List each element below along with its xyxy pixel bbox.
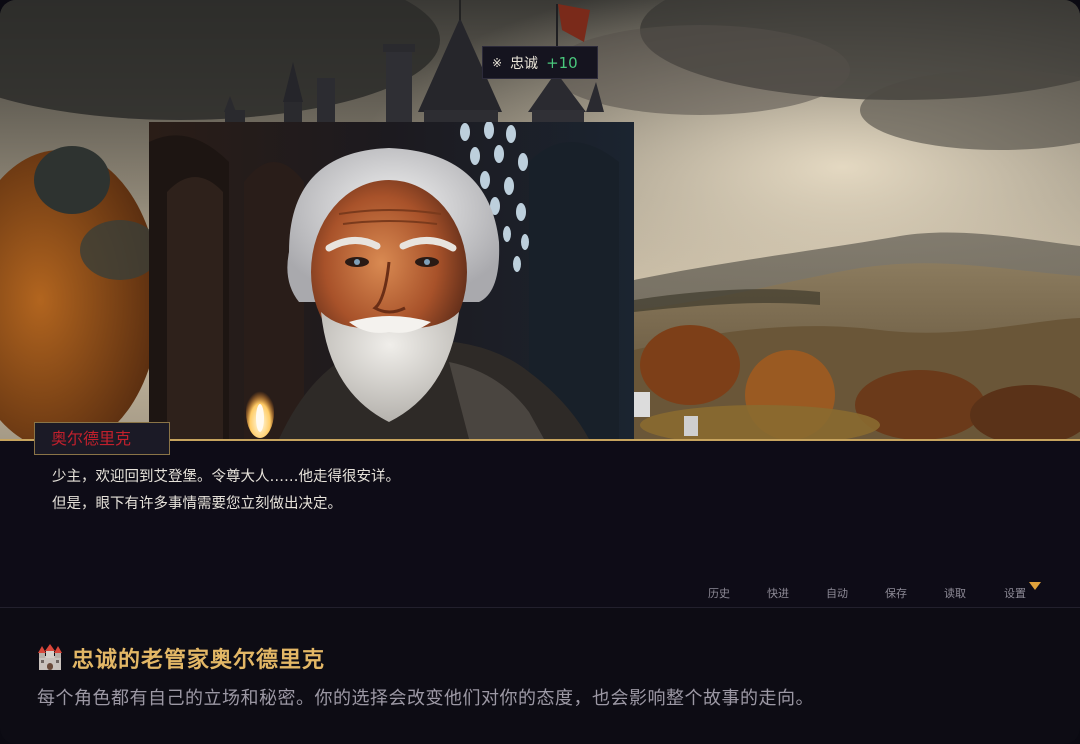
speaker-name-tag: 奥尔德里克 — [34, 422, 170, 455]
advance-arrow-icon[interactable] — [1029, 582, 1041, 590]
character-portrait — [149, 122, 634, 439]
toast-mark-icon: ※ — [492, 55, 503, 70]
settings-button[interactable]: 设置 — [1004, 586, 1026, 602]
caption-title: 忠诚的老管家奥尔德里克 — [36, 642, 325, 674]
toast-stat-name: 忠诚 — [510, 55, 539, 72]
background-scene: ※ 忠诚 +10 — [0, 0, 1080, 440]
load-button[interactable]: 读取 — [944, 586, 966, 602]
caption-title-text: 忠诚的老管家奥尔德里克 — [72, 648, 326, 673]
caption-panel — [0, 608, 1080, 744]
dialogue-line: 但是，眼下有许多事情需要您立刻做出决定。 — [52, 496, 342, 512]
loyalty-change-toast: ※ 忠诚 +10 — [482, 46, 598, 79]
save-button[interactable]: 保存 — [885, 586, 907, 602]
dialogue-text: 少主，欢迎回到艾登堡。令尊大人……他走得很安详。 但是，眼下有许多事情需要您立刻… — [52, 464, 400, 518]
history-button[interactable]: 历史 — [708, 586, 730, 602]
castle-icon — [36, 644, 64, 672]
auto-button[interactable]: 自动 — [826, 586, 848, 602]
dialogue-controls: 历史 快进 自动 保存 读取 设置 — [0, 586, 1080, 604]
skip-button[interactable]: 快进 — [767, 586, 789, 602]
dialogue-line: 少主，欢迎回到艾登堡。令尊大人……他走得很安详。 — [52, 469, 400, 485]
caption-description: 每个角色都有自己的立场和秘密。你的选择会改变他们对你的态度，也会影响整个故事的走… — [37, 688, 814, 709]
game-screen: ※ 忠诚 +10 奥尔德里克 少主，欢迎回到艾登堡。令尊大人……他走得很安详。 … — [0, 0, 1080, 744]
toast-stat-delta: +10 — [546, 53, 578, 72]
